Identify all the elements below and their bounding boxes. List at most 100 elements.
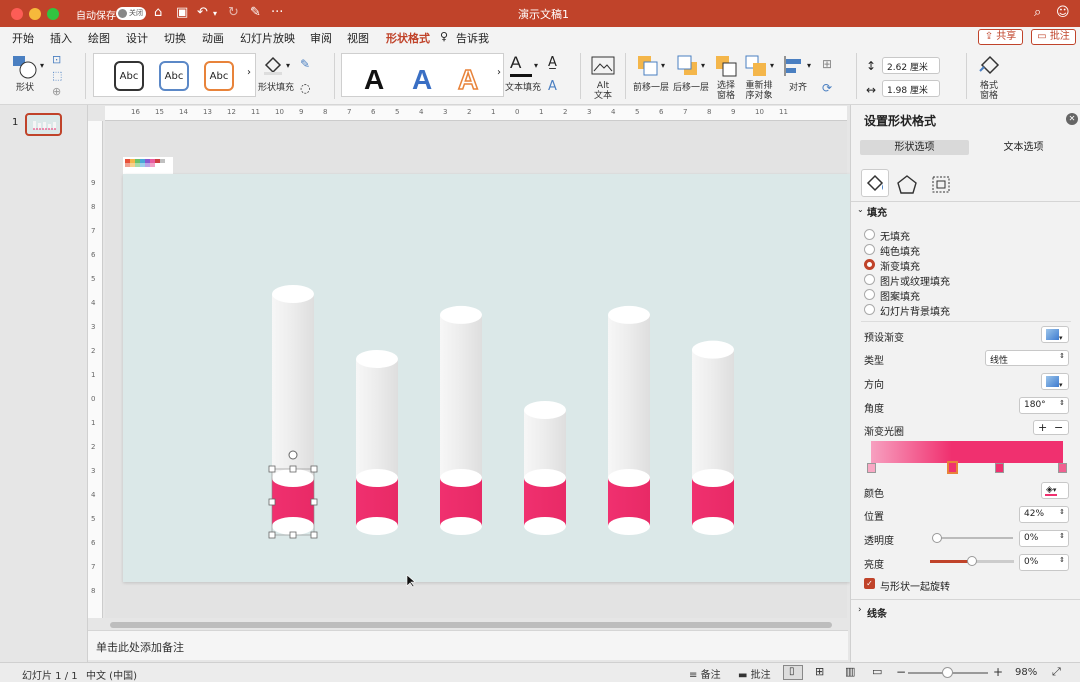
fit-to-window-icon[interactable]: ⤢ <box>1052 665 1061 679</box>
brightness-input[interactable]: 0% ⇕ <box>1019 554 1069 571</box>
zoom-slider-knob[interactable] <box>942 667 953 678</box>
home-icon[interactable]: ⌂ <box>154 5 162 20</box>
tab-insert[interactable]: 插入 <box>50 30 72 46</box>
radio-gradient-fill[interactable] <box>864 259 875 270</box>
slide-thumbnail[interactable] <box>25 113 62 136</box>
notes-area[interactable]: 单击此处添加备注 <box>88 630 848 660</box>
rotate-handle-icon[interactable] <box>288 450 298 460</box>
wordart-style-2[interactable]: A <box>412 64 432 96</box>
reorder-dropdown-icon[interactable]: ▾ <box>770 61 774 70</box>
position-input[interactable]: 42% ⇕ <box>1019 506 1069 523</box>
shape-style-1[interactable]: Abc <box>114 61 144 91</box>
send-backward-dropdown-icon[interactable]: ▾ <box>701 61 705 70</box>
fill-line-tab[interactable] <box>861 169 889 197</box>
gallery-more-icon[interactable]: › <box>247 67 251 78</box>
fill-section-header[interactable]: 填充 <box>867 204 887 219</box>
selection-pane-button[interactable] <box>715 55 737 77</box>
transparency-slider-knob[interactable] <box>932 533 942 543</box>
cylinder-bar[interactable] <box>356 349 398 535</box>
cylinder-bar[interactable] <box>524 401 566 535</box>
group-icon[interactable]: ⊞ <box>822 57 832 71</box>
size-properties-tab[interactable] <box>929 173 953 195</box>
autosave-toggle[interactable]: 关闭 <box>116 7 146 20</box>
brightness-slider[interactable] <box>930 556 1014 566</box>
tab-transitions[interactable]: 切换 <box>164 30 186 46</box>
gradient-stop-2-selected[interactable] <box>947 461 958 474</box>
tab-draw[interactable]: 绘图 <box>88 30 110 46</box>
shape-fill-button[interactable] <box>262 55 284 75</box>
bring-forward-dropdown-icon[interactable]: ▾ <box>661 61 665 70</box>
resize-handle[interactable] <box>268 465 276 473</box>
search-icon[interactable]: ⌕ <box>1034 5 1041 20</box>
radio-picture-fill[interactable] <box>864 274 875 285</box>
more-icon[interactable]: ··· <box>271 5 283 20</box>
align-button[interactable] <box>783 55 805 77</box>
text-fill-dropdown-icon[interactable]: ▾ <box>534 61 538 70</box>
reading-view-icon[interactable]: ▥ <box>845 665 855 678</box>
tab-view[interactable]: 视图 <box>347 30 369 46</box>
insert-shape-button[interactable] <box>12 55 38 79</box>
tab-text-options[interactable]: 文本选项 <box>969 140 1078 155</box>
shape-effects-icon[interactable]: ◌ <box>300 81 310 95</box>
rotate-with-shape-checkbox[interactable]: ✓ <box>864 578 875 589</box>
shape-style-2[interactable]: Abc <box>159 61 189 91</box>
save-icon[interactable]: ▣ <box>176 5 188 20</box>
comments-toggle[interactable]: ▬ 批注 <box>738 666 771 681</box>
horizontal-scrollbar[interactable] <box>110 622 832 628</box>
gradient-bar[interactable] <box>871 441 1063 463</box>
language-indicator[interactable]: 中文 (中国) <box>86 667 137 682</box>
radio-pattern-fill[interactable] <box>864 289 875 300</box>
minimize-window-button[interactable] <box>29 8 41 20</box>
format-pane-button[interactable] <box>977 53 1001 77</box>
align-dropdown-icon[interactable]: ▾ <box>807 61 811 70</box>
height-input[interactable]: 2.62 厘米 <box>882 57 940 74</box>
rotate-icon[interactable]: ⟳ <box>822 81 832 95</box>
text-fill-button[interactable]: A <box>510 53 532 77</box>
radio-slide-background-fill[interactable] <box>864 304 875 315</box>
text-box-icon[interactable]: ⊡ <box>52 53 61 66</box>
cylinder-bar[interactable] <box>440 305 482 535</box>
shape-outline-icon[interactable]: ✎ <box>300 57 310 71</box>
tab-shape-format[interactable]: 形状格式 <box>386 30 430 50</box>
wordart-style-3[interactable]: A <box>457 63 479 96</box>
reorder-objects-button[interactable] <box>745 55 767 77</box>
transparency-slider[interactable] <box>932 533 1013 543</box>
direction-dropdown[interactable]: ▾ <box>1041 373 1069 390</box>
share-button[interactable]: ⇪ 共享 <box>978 29 1023 45</box>
fill-dropdown-icon[interactable]: ▾ <box>286 61 290 70</box>
tab-animations[interactable]: 动画 <box>202 30 224 46</box>
width-input[interactable]: 1.98 厘米 <box>882 80 940 97</box>
send-backward-button[interactable] <box>677 55 699 77</box>
maximize-window-button[interactable] <box>47 8 59 20</box>
shape-dropdown-icon[interactable]: ▾ <box>40 61 44 70</box>
resize-handle[interactable] <box>310 498 318 506</box>
tab-shape-options[interactable]: 形状选项 <box>860 140 969 155</box>
resize-handle[interactable] <box>310 531 318 539</box>
normal-view-button[interactable]: ▯ <box>783 665 803 680</box>
tab-tell-me[interactable]: 告诉我 <box>456 30 489 46</box>
resize-handle[interactable] <box>268 531 276 539</box>
bring-forward-button[interactable] <box>637 55 659 77</box>
comments-button[interactable]: ▭ 批注 <box>1031 29 1076 45</box>
tab-slideshow[interactable]: 幻灯片放映 <box>240 30 295 46</box>
wordart-more-icon[interactable]: › <box>497 67 501 78</box>
redo-icon[interactable]: ↻ <box>228 5 239 20</box>
preset-gradient-dropdown[interactable]: ▾ <box>1041 326 1069 343</box>
type-select[interactable]: 线性 ⇕ <box>985 350 1069 366</box>
zoom-slider[interactable] <box>908 667 988 678</box>
radio-no-fill[interactable] <box>864 229 875 240</box>
slide[interactable] <box>123 174 850 582</box>
resize-handle[interactable] <box>268 498 276 506</box>
add-stop-button[interactable]: + <box>1038 421 1047 434</box>
chevron-down-icon[interactable]: ⌄ <box>857 205 864 214</box>
transparency-input[interactable]: 0% ⇕ <box>1019 530 1069 547</box>
color-picker-button[interactable]: ◈▾ <box>1041 482 1069 499</box>
cylinder-bar[interactable] <box>272 285 314 535</box>
text-outline-icon[interactable]: A̲ <box>548 55 557 70</box>
zoom-in-button[interactable]: + <box>993 665 1003 679</box>
tab-design[interactable]: 设计 <box>126 30 148 46</box>
notes-toggle[interactable]: ≡ 备注 <box>689 666 721 681</box>
resize-handle[interactable] <box>289 465 297 473</box>
cylinder-bar[interactable] <box>692 340 734 535</box>
shape-style-3[interactable]: Abc <box>204 61 234 91</box>
